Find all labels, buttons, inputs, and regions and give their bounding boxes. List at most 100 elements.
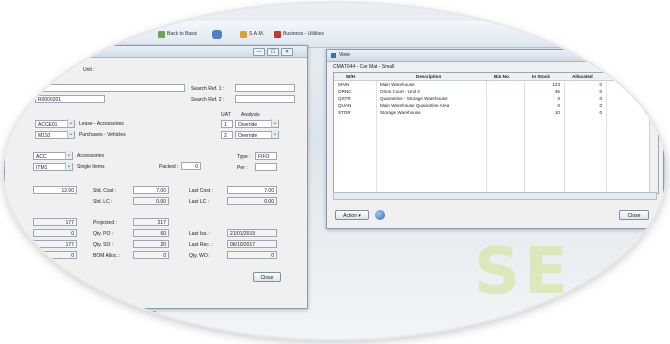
search-ref2-label: Search Ref. 2 : <box>191 97 225 103</box>
col-description-header[interactable]: Description <box>416 73 441 80</box>
col-wh-header[interactable]: W/H <box>346 73 355 80</box>
category2-code-select[interactable]: M110 <box>35 130 75 139</box>
grid-horizontal-scrollbar[interactable] <box>333 192 657 200</box>
category2-num[interactable]: 2 <box>221 131 233 139</box>
cell-desc: Quarantine - Storage Warehouse <box>380 96 448 101</box>
col-free-header[interactable]: Free <box>628 73 638 80</box>
cell-allocated: 0 <box>599 89 602 94</box>
help-icon[interactable] <box>375 210 385 220</box>
category1-desc: Lease - Accessories <box>79 121 124 127</box>
group-code-select[interactable]: ACC <box>33 151 73 160</box>
people-icon[interactable] <box>212 29 222 39</box>
type-code-select[interactable]: ITM1 <box>33 162 73 171</box>
view-close-button[interactable]: Close <box>619 210 649 220</box>
last-lc-label: Last LC : <box>189 199 210 205</box>
cell-desc: Main Warehouse Quarantine Area <box>380 103 450 108</box>
sam-button[interactable]: S.A.M. <box>240 29 264 39</box>
last-rec-field[interactable]: 06/10/2017 <box>227 240 277 248</box>
grid-vertical-scrollbar[interactable] <box>649 80 658 193</box>
last-iss-field[interactable]: 21/01/2019 <box>227 229 277 237</box>
search-ref1-field[interactable] <box>235 84 295 92</box>
type-field[interactable]: FIFO <box>255 152 277 160</box>
cell-wh: ORNC <box>338 89 352 94</box>
per-label: Per : <box>237 165 248 171</box>
category1-code-select[interactable]: ACCE01 <box>35 119 75 128</box>
last-cost-field[interactable]: 7.00 <box>227 186 277 194</box>
view-window-icon <box>331 53 336 58</box>
last-lc-field[interactable]: 0.00 <box>227 197 277 205</box>
last-iss-label: Last Iss. : <box>189 231 211 237</box>
analysis-label: Analysis <box>241 112 260 118</box>
code-field[interactable]: R0000201 <box>35 95 105 103</box>
cell-in-stock: 46 <box>554 89 560 94</box>
folder-icon[interactable] <box>136 311 144 319</box>
minimize-button[interactable]: — <box>253 48 265 56</box>
type-label: Type : <box>237 154 251 160</box>
cell-allocated: 0 <box>599 110 602 115</box>
qty-so-label: Qty. SO : <box>93 242 114 248</box>
qty-other-field[interactable]: 0 <box>33 251 77 259</box>
col-in-stock-header[interactable]: In Stock <box>532 73 550 80</box>
screenshot-frame: SE Back to Basic S.A.M. Business - Utili… <box>4 3 666 339</box>
type-desc: Single Items <box>77 164 105 170</box>
last-cost-label: Last Cost : <box>189 188 213 194</box>
price-field[interactable]: 12.00 <box>33 186 77 194</box>
packed-label: Packed : <box>159 164 179 170</box>
app-icon-1[interactable] <box>124 311 132 319</box>
std-cost-label: Std. Cost : <box>93 188 117 194</box>
qty-po-label: Qty. PO : <box>93 231 114 237</box>
packed-field[interactable]: 0 <box>181 162 201 170</box>
qty-allocated-field[interactable]: 0 <box>33 229 77 237</box>
cell-wh: MAIN <box>338 82 350 87</box>
table-row[interactable]: STOR Storage Warehouse 10 0 10 <box>334 109 658 116</box>
cell-in-stock: 10 <box>554 110 560 115</box>
search-ref2-field[interactable] <box>235 95 295 103</box>
group-desc: Accessories <box>77 153 104 159</box>
table-row[interactable]: ORNC Orion Court - Unit 4 46 0 -46 <box>334 88 658 95</box>
business-utilities-button[interactable]: Business - Utilities <box>274 29 324 39</box>
qty-so-field[interactable]: 20 <box>133 240 169 248</box>
back-arrow-icon <box>158 30 165 38</box>
category1-mode-select[interactable]: Override <box>235 119 279 128</box>
description-field[interactable]: rail <box>35 84 185 92</box>
action-dropdown-button[interactable]: Action ▾ <box>335 210 369 220</box>
col-allocated-header[interactable]: Allocated <box>572 73 593 80</box>
business-icon <box>274 30 281 38</box>
taskbar <box>124 308 156 322</box>
cell-in-stock: 123 <box>552 82 560 87</box>
table-row[interactable]: QSTRQuarantine - Storage Warehouse000 <box>334 95 658 102</box>
std-lc-field[interactable]: 0.00 <box>133 197 169 205</box>
stock-close-button[interactable]: Close <box>253 272 281 282</box>
app-icon-2[interactable] <box>148 311 156 319</box>
qty-po-field[interactable]: 60 <box>133 229 169 237</box>
close-window-button[interactable]: ✕ <box>281 48 293 56</box>
cell-allocated: 0 <box>599 82 602 87</box>
cell-wh: QUAN <box>338 103 352 108</box>
bom-alloc-field[interactable]: 0 <box>133 251 169 259</box>
view-window-titlebar: View <box>327 50 663 62</box>
cell-wh: STOR <box>338 110 351 115</box>
back-to-basic-button[interactable]: Back to Basic <box>158 29 197 39</box>
projected-field[interactable]: 217 <box>133 218 169 226</box>
table-row[interactable]: QUANMain Warehouse Quarantine Area000 <box>334 102 658 109</box>
std-cost-field[interactable]: 7.00 <box>133 186 169 194</box>
cell-in-stock: 0 <box>557 103 560 108</box>
category2-mode-select[interactable]: Override <box>235 130 279 139</box>
view-subtitle: CMAT044 - Car Mat - Small <box>333 64 395 70</box>
projected-label: Projected : <box>93 220 117 226</box>
sam-icon <box>240 30 247 38</box>
category1-num[interactable]: 1 <box>221 120 233 128</box>
stock-item-window: — ☐ ✕ Unit : rail R0000201 Search Ref. 1… <box>4 45 308 309</box>
cell-desc: Storage Warehouse <box>380 110 421 115</box>
maximize-button[interactable]: ☐ <box>267 48 279 56</box>
cell-desc: Orion Court - Unit 4 <box>380 89 420 94</box>
per-field[interactable] <box>255 163 277 171</box>
qty-wo-field[interactable]: 0 <box>227 251 277 259</box>
cell-desc: Main Warehouse <box>380 82 415 87</box>
uat-label: UAT <box>221 112 231 118</box>
ribbon-toolbar: Back to Basic S.A.M. Business - Utilitie… <box>94 21 654 48</box>
qty-free-field[interactable]: 177 <box>33 240 77 248</box>
table-row[interactable]: MAINMain Warehouse12307 <box>334 81 658 88</box>
qty-in-stock-field[interactable]: 177 <box>33 218 77 226</box>
col-bin-header[interactable]: Bin No. <box>494 73 510 80</box>
